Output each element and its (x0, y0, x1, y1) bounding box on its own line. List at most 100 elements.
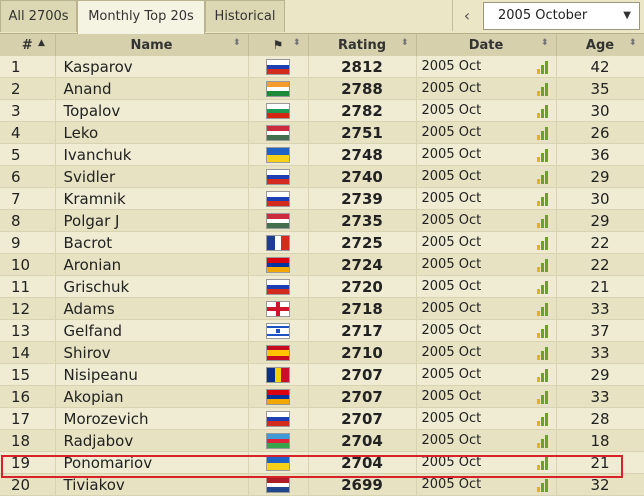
country-flag-cell (248, 77, 309, 100)
rating-chart-icon[interactable] (536, 170, 550, 184)
player-name[interactable]: Gelfand (55, 319, 249, 342)
chevron-down-icon: ▼ (623, 10, 631, 21)
player-name[interactable]: Adams (55, 297, 249, 320)
player-name[interactable]: Kramnik (55, 187, 249, 210)
player-name-text: Ivanchuk (63, 145, 132, 164)
rating-chart-icon[interactable] (536, 126, 550, 140)
rating-cell-text: 2735 (341, 211, 383, 230)
rating-chart-icon[interactable] (536, 104, 550, 118)
player-name[interactable]: Bacrot (55, 231, 249, 254)
table-row[interactable]: 12 Adams 2718 2005 Oct 33 (0, 297, 644, 320)
previous-month-button[interactable]: ‹ (452, 0, 481, 31)
rating-chart-icon[interactable] (536, 346, 550, 360)
flag-icon (266, 81, 290, 97)
player-name[interactable]: Svidler (55, 165, 249, 188)
rating-cell-text: 2739 (341, 189, 383, 208)
rating-chart-icon[interactable] (536, 236, 550, 250)
country-flag-cell (248, 297, 309, 320)
date-cell: 2005 Oct (416, 451, 557, 474)
player-name[interactable]: Anand (55, 77, 249, 100)
player-name[interactable]: Nisipeanu (55, 363, 249, 386)
player-name[interactable]: Tiviakov (55, 473, 249, 496)
table-row[interactable]: 3 Topalov 2782 2005 Oct 30 (0, 99, 644, 122)
date-cell: 2005 Oct (416, 253, 557, 276)
date-cell-text: 2005 Oct (421, 455, 482, 470)
rank-cell: 9 (0, 231, 56, 254)
table-row[interactable]: 6 Svidler 2740 2005 Oct 29 (0, 165, 644, 188)
rating-cell-text: 2788 (341, 79, 383, 98)
country-flag-cell (248, 451, 309, 474)
age-cell-text: 22 (590, 255, 610, 274)
player-name[interactable]: Grischuk (55, 275, 249, 298)
age-cell: 22 (556, 253, 644, 276)
table-row[interactable]: 17 Morozevich 2707 2005 Oct 28 (0, 407, 644, 430)
player-name[interactable]: Shirov (55, 341, 249, 364)
table-row[interactable]: 18 Radjabov 2704 2005 Oct 18 (0, 429, 644, 452)
rating-chart-icon[interactable] (536, 324, 550, 338)
rating-cell: 2704 (308, 429, 417, 452)
player-name[interactable]: Radjabov (55, 429, 249, 452)
month-select[interactable]: 2005 October ▼ (483, 2, 640, 30)
date-cell-text: 2005 Oct (421, 257, 482, 272)
player-name[interactable]: Aronian (55, 253, 249, 276)
tab-historical[interactable]: Historical (205, 0, 285, 32)
rating-chart-icon[interactable] (536, 478, 550, 492)
column-header-age[interactable]: Age ⬍ (556, 34, 644, 56)
table-row[interactable]: 1 Kasparov 2812 2005 Oct 42 (0, 56, 644, 78)
rating-chart-icon[interactable] (536, 148, 550, 162)
rating-chart-icon[interactable] (536, 368, 550, 382)
table-row[interactable]: 7 Kramnik 2739 2005 Oct 30 (0, 187, 644, 210)
table-row[interactable]: 20 Tiviakov 2699 2005 Oct 32 (0, 473, 644, 496)
player-name[interactable]: Polgar J (55, 209, 249, 232)
tab-bar: All 2700s Monthly Top 20s Historical ‹ 2… (0, 0, 644, 34)
player-name[interactable]: Ivanchuk (55, 143, 249, 166)
tab-monthly-top-20s[interactable]: Monthly Top 20s (77, 0, 205, 34)
rating-chart-icon[interactable] (536, 60, 550, 74)
tab-all-2700s[interactable]: All 2700s (0, 0, 77, 32)
table-row[interactable]: 11 Grischuk 2720 2005 Oct 21 (0, 275, 644, 298)
rating-chart-icon[interactable] (536, 258, 550, 272)
table-row[interactable]: 10 Aronian 2724 2005 Oct 22 (0, 253, 644, 276)
player-name[interactable]: Leko (55, 121, 249, 144)
player-name[interactable]: Morozevich (55, 407, 249, 430)
player-name[interactable]: Ponomariov (55, 451, 249, 474)
column-header-rank[interactable]: # ▲ (0, 34, 56, 56)
column-header-date[interactable]: Date ⬍ (416, 34, 557, 56)
rating-chart-icon[interactable] (536, 192, 550, 206)
rating-chart-icon[interactable] (536, 434, 550, 448)
column-header-rating[interactable]: Rating ⬍ (308, 34, 417, 56)
table-row[interactable]: 15 Nisipeanu 2707 2005 Oct 29 (0, 363, 644, 386)
table-row[interactable]: 8 Polgar J 2735 2005 Oct 29 (0, 209, 644, 232)
column-header-name[interactable]: Name ⬍ (55, 34, 249, 56)
rating-chart-icon[interactable] (536, 82, 550, 96)
table-row[interactable]: 9 Bacrot 2725 2005 Oct 22 (0, 231, 644, 254)
rating-chart-icon[interactable] (536, 214, 550, 228)
rating-chart-icon[interactable] (536, 302, 550, 316)
player-name-text: Shirov (63, 343, 111, 362)
table-row[interactable]: 19 Ponomariov 2704 2005 Oct 21 (0, 451, 644, 474)
table-row[interactable]: 4 Leko 2751 2005 Oct 26 (0, 121, 644, 144)
table-row[interactable]: 2 Anand 2788 2005 Oct 35 (0, 77, 644, 100)
rank-cell-text: 1 (11, 57, 21, 76)
age-cell-text: 29 (590, 365, 610, 384)
player-name-text: Morozevich (63, 409, 149, 428)
rank-cell: 6 (0, 165, 56, 188)
table-row[interactable]: 13 Gelfand 2717 2005 Oct 37 (0, 319, 644, 342)
rating-chart-icon[interactable] (536, 456, 550, 470)
table-row[interactable]: 16 Akopian 2707 2005 Oct 33 (0, 385, 644, 408)
table-row[interactable]: 14 Shirov 2710 2005 Oct 33 (0, 341, 644, 364)
flag-icon (266, 235, 290, 251)
rank-cell: 18 (0, 429, 56, 452)
rating-chart-icon[interactable] (536, 280, 550, 294)
rating-chart-icon[interactable] (536, 412, 550, 426)
rank-cell: 8 (0, 209, 56, 232)
table-row[interactable]: 5 Ivanchuk 2748 2005 Oct 36 (0, 143, 644, 166)
player-name[interactable]: Kasparov (55, 56, 249, 78)
rank-cell-text: 19 (11, 453, 31, 472)
rank-cell: 20 (0, 473, 56, 496)
column-header-flag[interactable]: ⚑ ⬍ (248, 34, 309, 56)
player-name[interactable]: Akopian (55, 385, 249, 408)
rating-chart-icon[interactable] (536, 390, 550, 404)
player-name[interactable]: Topalov (55, 99, 249, 122)
rank-cell-text: 5 (11, 145, 21, 164)
